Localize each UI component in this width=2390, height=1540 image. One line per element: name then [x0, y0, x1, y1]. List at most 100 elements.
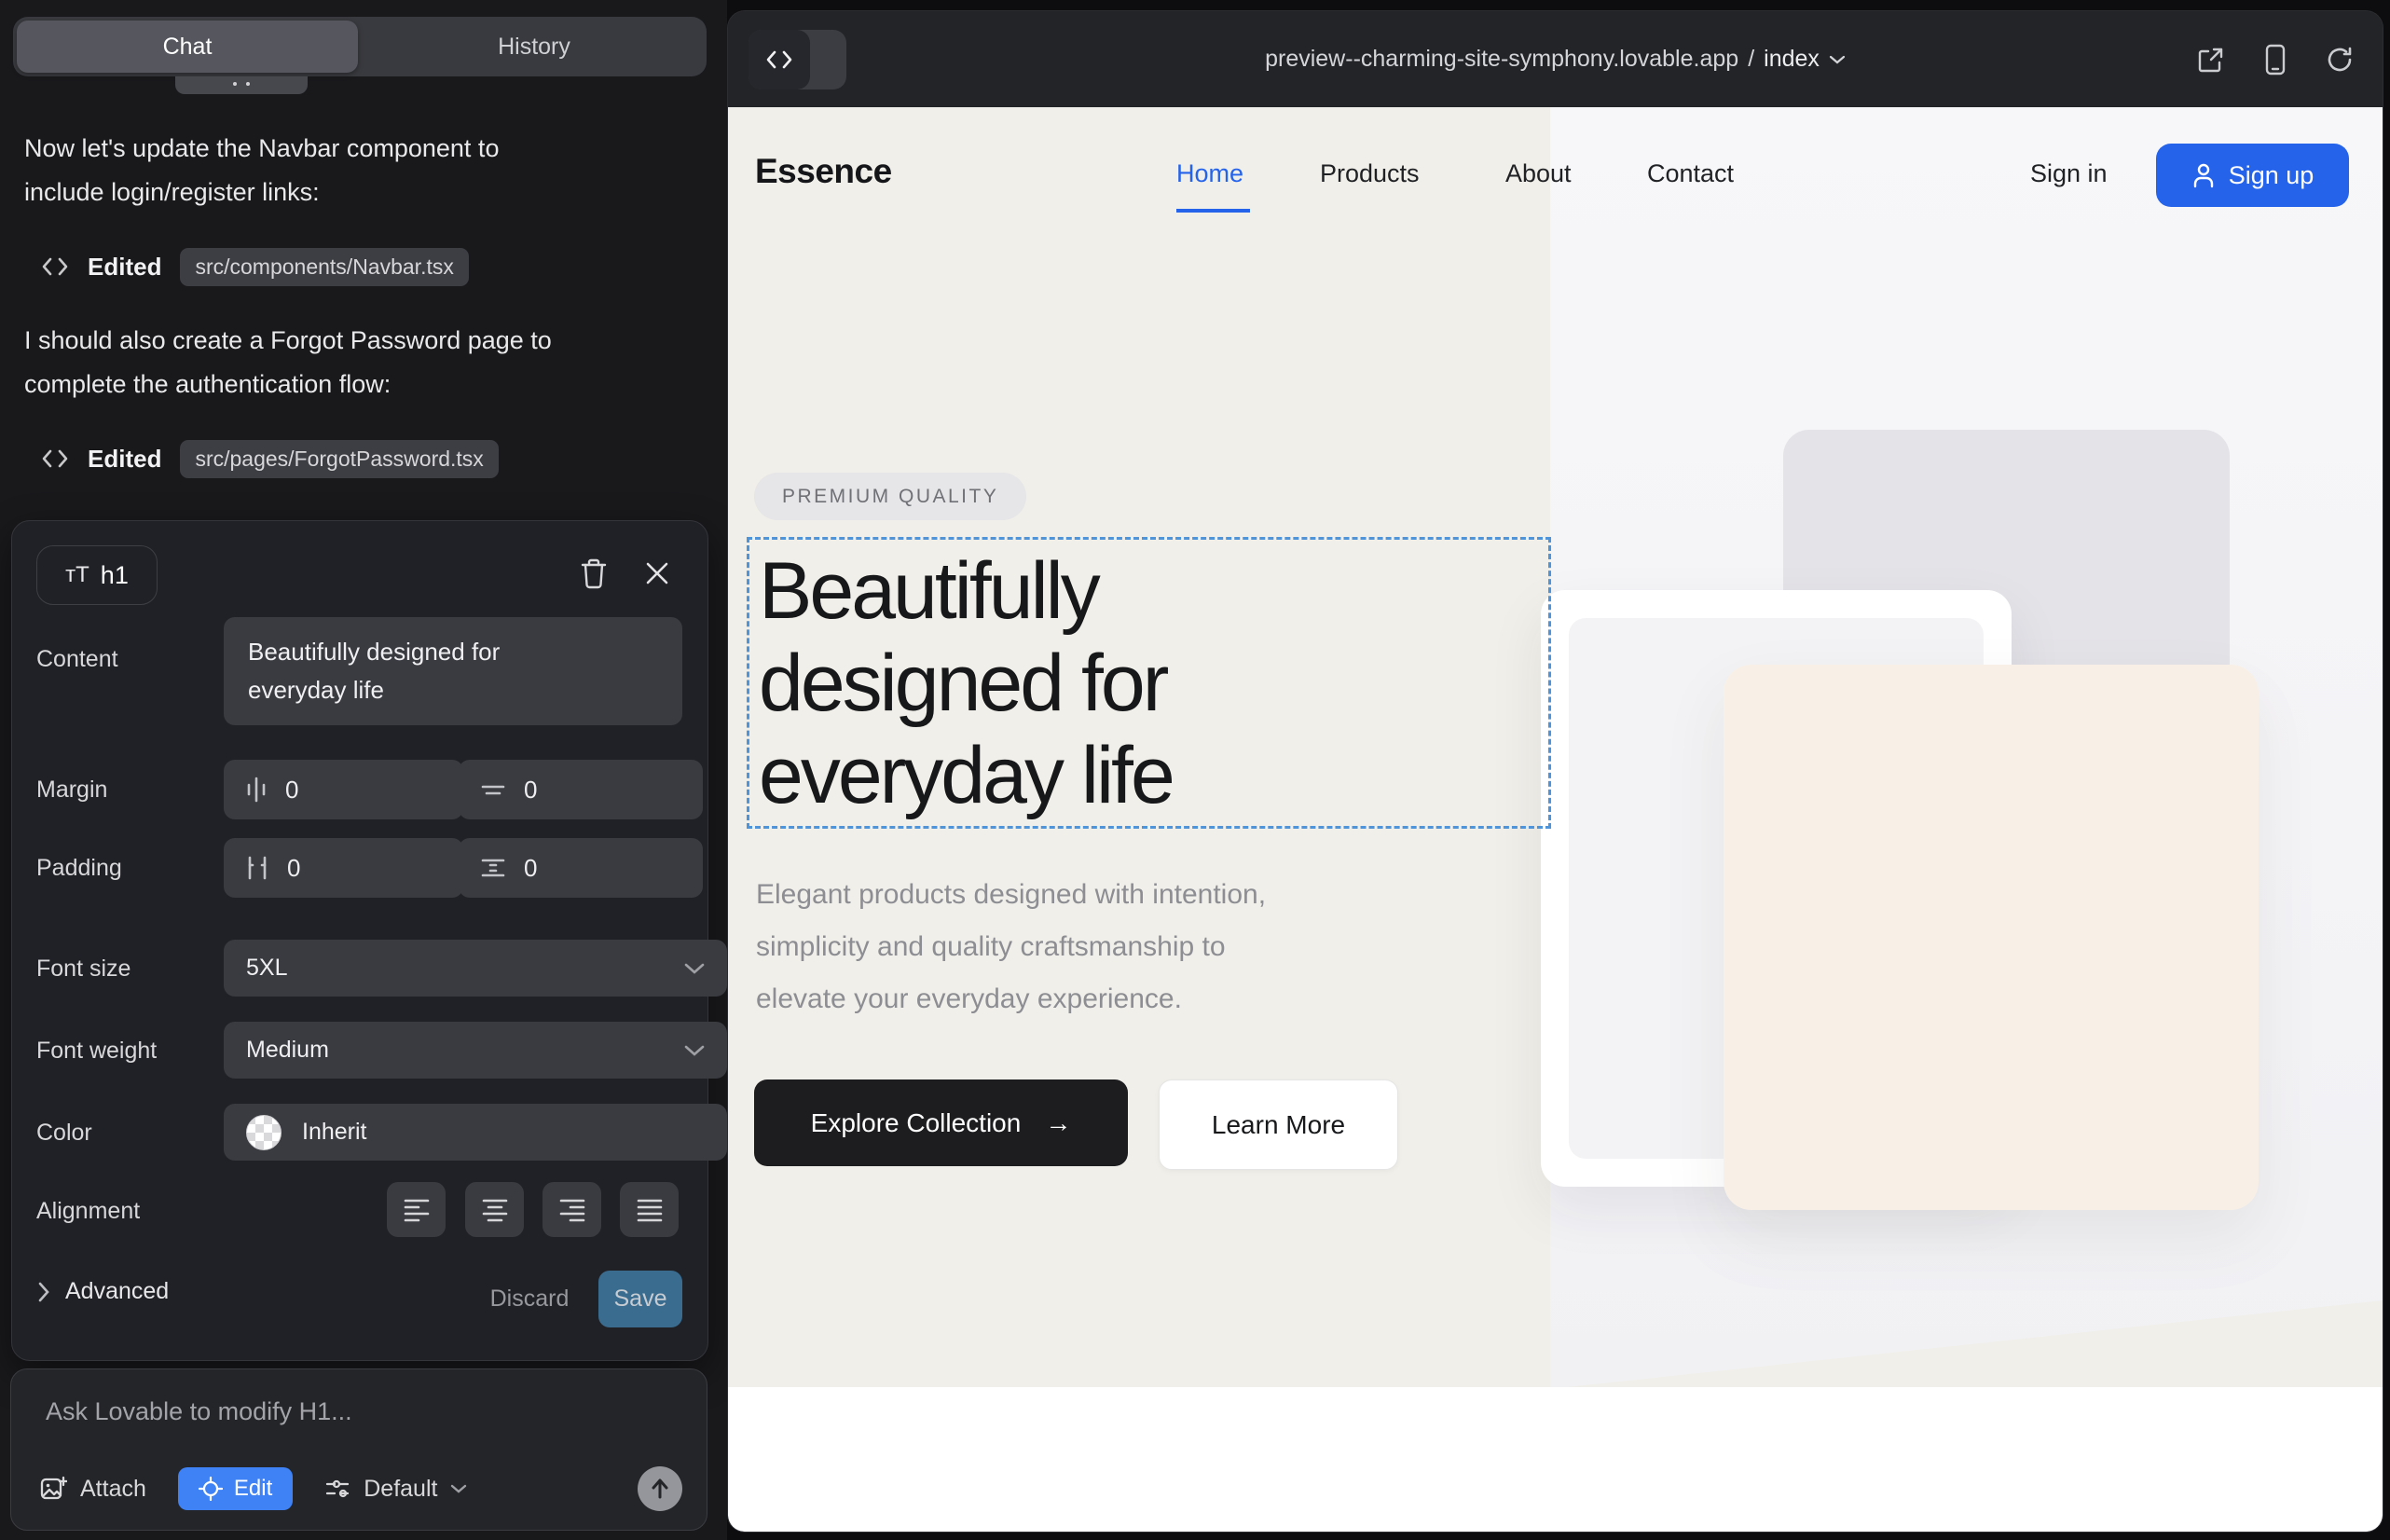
padding-y-value: 0	[524, 854, 537, 883]
alignment-label: Alignment	[36, 1198, 140, 1225]
align-right-button[interactable]	[543, 1182, 601, 1237]
padding-vertical-icon	[479, 855, 507, 881]
tab-chat[interactable]: Chat	[17, 21, 358, 73]
target-icon	[199, 1477, 223, 1501]
edit-mode-button[interactable]: Edit	[178, 1467, 293, 1510]
chevron-right-icon	[37, 1282, 50, 1302]
decorative-card-cream	[1724, 665, 2259, 1210]
chat-message-line: complete the authentication flow:	[24, 363, 699, 406]
chevron-down-icon	[450, 1483, 467, 1494]
sign-up-button[interactable]: Sign up	[2156, 144, 2349, 207]
learn-more-label: Learn More	[1212, 1110, 1345, 1140]
content-label: Content	[36, 646, 118, 673]
premium-quality-badge: PREMIUM QUALITY	[754, 473, 1026, 520]
nav-link-contact[interactable]: Contact	[1647, 159, 1734, 188]
content-input[interactable]: Beautifully designed for everyday life	[224, 617, 682, 725]
font-weight-label: Font weight	[36, 1038, 157, 1065]
default-label: Default	[364, 1476, 437, 1503]
nav-link-about[interactable]: About	[1505, 159, 1572, 188]
sign-in-link[interactable]: Sign in	[2030, 159, 2108, 188]
chat-history-tabs: Chat History	[13, 17, 707, 76]
chevron-down-icon	[684, 962, 705, 975]
mobile-view-icon[interactable]	[2263, 44, 2287, 76]
tab-chat-label: Chat	[163, 34, 213, 61]
content-line: everyday life	[248, 671, 500, 709]
edited-label: Edited	[88, 253, 161, 282]
align-left-button[interactable]	[387, 1182, 446, 1237]
margin-y-input[interactable]: 0	[459, 760, 703, 819]
attach-button[interactable]: Attach	[39, 1475, 146, 1503]
element-editor-panel: ᴛT h1 Content Beautifully designed for e…	[11, 520, 708, 1361]
chat-composer[interactable]: Ask Lovable to modify H1... Attach	[10, 1368, 707, 1531]
preview-url: preview--charming-site-symphony.lovable.…	[1265, 46, 1738, 73]
color-label: Color	[36, 1120, 92, 1147]
save-button[interactable]: Save	[598, 1271, 682, 1327]
chevron-down-icon	[684, 1044, 705, 1057]
save-label: Save	[614, 1286, 667, 1313]
site-logo[interactable]: Essence	[755, 152, 892, 191]
nav-active-underline	[1176, 209, 1250, 213]
padding-x-input[interactable]: 0	[224, 838, 463, 898]
discard-label: Discard	[490, 1286, 570, 1313]
color-value: Inherit	[302, 1119, 366, 1146]
edited-label: Edited	[88, 445, 161, 474]
open-external-icon[interactable]	[2196, 45, 2226, 75]
nav-link-products[interactable]: Products	[1320, 159, 1420, 188]
browser-actions	[2196, 11, 2355, 107]
margin-horizontal-icon	[244, 776, 268, 804]
hero-description-line: Elegant products designed with intention…	[756, 869, 1266, 921]
explore-collection-label: Explore Collection	[811, 1108, 1022, 1138]
hero-description: Elegant products designed with intention…	[756, 869, 1266, 1025]
color-select[interactable]: Inherit	[224, 1104, 727, 1161]
file-chip[interactable]: src/pages/ForgotPassword.tsx	[180, 440, 498, 478]
margin-x-value: 0	[285, 776, 298, 804]
font-size-label: Font size	[36, 956, 130, 983]
chat-message: I should also create a Forgot Password p…	[24, 319, 699, 406]
url-bar[interactable]: preview--charming-site-symphony.lovable.…	[728, 11, 2383, 107]
explore-collection-button[interactable]: Explore Collection →	[754, 1079, 1128, 1166]
dot	[233, 82, 237, 86]
lovable-sidebar: Chat History Now let's update the Navbar…	[0, 0, 727, 1540]
learn-more-button[interactable]: Learn More	[1159, 1079, 1398, 1170]
advanced-expander[interactable]: Advanced	[37, 1278, 169, 1305]
tab-history[interactable]: History	[365, 17, 703, 76]
sliders-icon	[324, 1476, 350, 1502]
edit-label: Edit	[234, 1476, 272, 1502]
code-icon	[41, 447, 69, 470]
chat-message-line: include login/register links:	[24, 171, 699, 214]
margin-y-value: 0	[524, 776, 537, 804]
align-center-button[interactable]	[465, 1182, 524, 1237]
send-button[interactable]	[638, 1466, 682, 1511]
font-size-value: 5XL	[246, 955, 287, 982]
advanced-label: Advanced	[65, 1278, 169, 1305]
dot	[246, 82, 250, 86]
align-justify-button[interactable]	[620, 1182, 679, 1237]
default-mode-button[interactable]: Default	[324, 1476, 467, 1503]
margin-x-input[interactable]: 0	[224, 760, 463, 819]
font-weight-select[interactable]: Medium	[224, 1022, 727, 1079]
arrow-right-icon: →	[1045, 1108, 1071, 1138]
delete-element-button[interactable]	[570, 549, 618, 598]
margin-label: Margin	[36, 777, 107, 804]
typography-icon: ᴛT	[65, 562, 89, 588]
file-chip[interactable]: src/components/Navbar.tsx	[180, 248, 468, 286]
chat-message-line: I should also create a Forgot Password p…	[24, 319, 699, 363]
nav-link-home[interactable]: Home	[1176, 159, 1243, 188]
edited-file-row: Edited src/components/Navbar.tsx	[41, 244, 469, 289]
font-size-select[interactable]: 5XL	[224, 940, 727, 997]
content-line: Beautifully designed for	[248, 633, 500, 671]
url-separator: /	[1748, 46, 1754, 73]
color-swatch	[246, 1115, 282, 1150]
chat-message-line: Now let's update the Navbar component to	[24, 127, 699, 171]
scrolled-chip-partial	[175, 76, 308, 94]
refresh-icon[interactable]	[2325, 45, 2355, 75]
discard-button[interactable]: Discard	[478, 1271, 581, 1327]
site-viewport: Essence Home Products About Contact Sign…	[728, 107, 2383, 1532]
padding-y-input[interactable]: 0	[459, 838, 703, 898]
browser-toolbar: preview--charming-site-symphony.lovable.…	[728, 11, 2383, 107]
hero-description-line: simplicity and quality craftsmanship to	[756, 921, 1266, 973]
next-section-background	[728, 1387, 2383, 1532]
hero-description-line: elevate your everyday experience.	[756, 973, 1266, 1025]
close-panel-button[interactable]	[633, 549, 681, 598]
tab-history-label: History	[498, 34, 570, 61]
